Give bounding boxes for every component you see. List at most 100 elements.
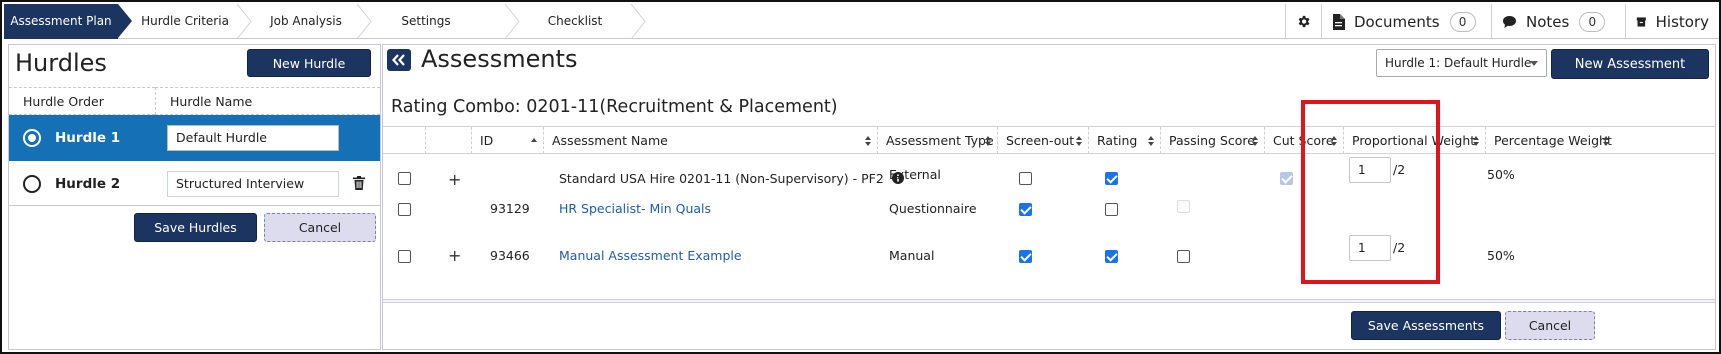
divider <box>9 205 380 206</box>
divider <box>383 299 1715 303</box>
save-assessments-button[interactable]: Save Assessments <box>1351 311 1501 340</box>
assessment-name-text: Standard USA Hire 0201-11 (Non-Superviso… <box>559 171 884 186</box>
assessment-name-link[interactable]: Manual Assessment Example <box>559 232 742 280</box>
row-select-checkbox[interactable] <box>398 203 411 216</box>
utility-nav: Documents 0 Notes 0 History <box>1285 4 1719 39</box>
step-separator-chevron <box>356 4 372 39</box>
cut-score-checkbox <box>1280 172 1293 185</box>
screen-out-checkbox[interactable] <box>1019 172 1032 185</box>
hurdle-row[interactable]: Hurdle 1 Default Hurdle <box>9 115 380 161</box>
archive-box-icon <box>1636 16 1646 27</box>
expand-row-icon[interactable]: + <box>448 170 461 189</box>
sort-icon <box>1473 136 1479 146</box>
column-header-hurdle-order: Hurdle Order <box>9 87 155 115</box>
proportional-weight-input[interactable]: 1 <box>1349 157 1391 183</box>
hurdle-radio[interactable] <box>23 175 41 193</box>
expand-row-icon[interactable]: + <box>448 246 461 265</box>
step-separator-chevron <box>630 4 646 39</box>
new-hurdle-button[interactable]: New Hurdle <box>247 49 371 77</box>
sort-icon <box>985 136 991 146</box>
cancel-hurdles-button[interactable]: Cancel <box>264 213 376 242</box>
sort-icon <box>1148 136 1154 146</box>
column-header-percentage-weight[interactable]: Percentage Weight <box>1485 127 1615 154</box>
column-header-label: Assessment Type <box>886 133 994 148</box>
history-button[interactable]: History <box>1625 4 1719 39</box>
column-header-label: Screen-out <box>1006 133 1075 148</box>
column-header-id[interactable]: ID <box>471 127 543 154</box>
passing-score-checkbox <box>1177 200 1190 213</box>
double-chevron-left-icon <box>392 54 405 66</box>
proportional-weight-total: /2 <box>1393 162 1406 177</box>
assessment-name-link[interactable]: HR Specialist- Min Quals <box>559 185 711 233</box>
sort-icon <box>1603 136 1609 146</box>
hurdle-name-field[interactable]: Structured Interview <box>167 171 339 197</box>
document-icon <box>1333 13 1345 30</box>
assessment-type: Questionnaire <box>889 201 977 216</box>
column-header-assessment-type[interactable]: Assessment Type <box>877 127 997 154</box>
hurdle-name-field[interactable]: Default Hurdle <box>167 125 339 151</box>
save-hurdles-button[interactable]: Save Hurdles <box>134 213 257 242</box>
new-assessment-button[interactable]: New Assessment <box>1551 49 1709 79</box>
assessment-id: 93466 <box>490 248 530 263</box>
row-select-checkbox[interactable] <box>398 250 411 263</box>
step-separator-chevron <box>504 4 520 39</box>
hurdles-title: Hurdles <box>15 49 107 77</box>
column-header-assessment-name[interactable]: Assessment Name <box>543 127 877 154</box>
rating-checkbox[interactable] <box>1105 250 1118 263</box>
assessments-table-header: ID Assessment Name Assessment Type Scree… <box>383 126 1715 154</box>
column-header-rating[interactable]: Rating <box>1088 127 1160 154</box>
column-header-expand <box>425 127 471 154</box>
column-header-label: Rating <box>1097 133 1138 148</box>
rating-combo-title: Rating Combo: 0201-11(Recruitment & Plac… <box>391 97 838 117</box>
step-navigation: Assessment Plan Hurdle Criteria Job Anal… <box>4 4 1719 39</box>
column-header-hurdle-name: Hurdle Name <box>155 87 380 115</box>
column-header-screen-out[interactable]: Screen-out <box>997 127 1088 154</box>
hurdles-panel: Hurdles New Hurdle Hurdle Order Hurdle N… <box>8 44 381 350</box>
sort-icon <box>1331 136 1337 146</box>
step-hurdle-criteria[interactable]: Hurdle Criteria <box>132 4 238 39</box>
collapse-panel-button[interactable] <box>387 49 411 71</box>
hurdle-row[interactable]: Hurdle 2 Structured Interview <box>9 161 380 207</box>
hurdle-label: Hurdle 1 <box>55 130 121 146</box>
row-select-checkbox[interactable] <box>398 172 411 185</box>
speech-bubble-icon <box>1503 15 1516 28</box>
proportional-weight-total: /2 <box>1393 240 1406 255</box>
hurdle-radio-selected[interactable] <box>23 129 41 147</box>
proportional-weight-input[interactable]: 1 <box>1349 235 1391 261</box>
app-frame: Assessment Plan Hurdle Criteria Job Anal… <box>0 0 1721 354</box>
documents-button[interactable]: Documents 0 <box>1321 4 1491 39</box>
assessments-title: Assessments <box>421 45 578 73</box>
notes-label: Notes <box>1526 12 1570 31</box>
screen-out-checkbox[interactable] <box>1019 250 1032 263</box>
screen-out-checkbox[interactable] <box>1019 203 1032 216</box>
cancel-assessments-button[interactable]: Cancel <box>1505 311 1595 340</box>
column-header-label: ID <box>480 133 494 148</box>
rating-checkbox[interactable] <box>1105 172 1118 185</box>
settings-button[interactable] <box>1285 4 1321 39</box>
sort-icon <box>865 136 871 146</box>
column-header-passing-score[interactable]: Passing Score <box>1160 127 1264 154</box>
notes-count-badge: 0 <box>1579 11 1606 32</box>
column-header-label: Assessment Name <box>552 133 668 148</box>
chevron-down-icon <box>1530 61 1538 66</box>
step-settings[interactable]: Settings <box>374 4 478 39</box>
gear-icon <box>1298 15 1310 28</box>
step-assessment-plan[interactable]: Assessment Plan <box>4 4 132 39</box>
column-header-label: Proportional Weight <box>1352 133 1476 148</box>
step-checklist[interactable]: Checklist <box>520 4 630 39</box>
step-job-analysis[interactable]: Job Analysis <box>254 4 358 39</box>
documents-label: Documents <box>1354 12 1440 31</box>
notes-button[interactable]: Notes 0 <box>1491 4 1625 39</box>
assessments-panel: Assessments Hurdle 1: Default Hurdle New… <box>382 44 1716 350</box>
column-header-proportional-weight[interactable]: Proportional Weight <box>1343 127 1485 154</box>
trash-icon[interactable] <box>353 176 365 194</box>
column-header-label: Cut Score <box>1273 133 1334 148</box>
column-header-cut-score[interactable]: Cut Score <box>1264 127 1343 154</box>
hurdle-select[interactable]: Hurdle 1: Default Hurdle <box>1376 49 1547 77</box>
documents-count-badge: 0 <box>1449 11 1476 32</box>
hurdle-label: Hurdle 2 <box>55 176 121 192</box>
hurdle-select-value: Hurdle 1: Default Hurdle <box>1385 56 1532 70</box>
rating-checkbox[interactable] <box>1105 203 1118 216</box>
passing-score-checkbox[interactable] <box>1177 250 1190 263</box>
sort-asc-icon <box>531 138 537 142</box>
